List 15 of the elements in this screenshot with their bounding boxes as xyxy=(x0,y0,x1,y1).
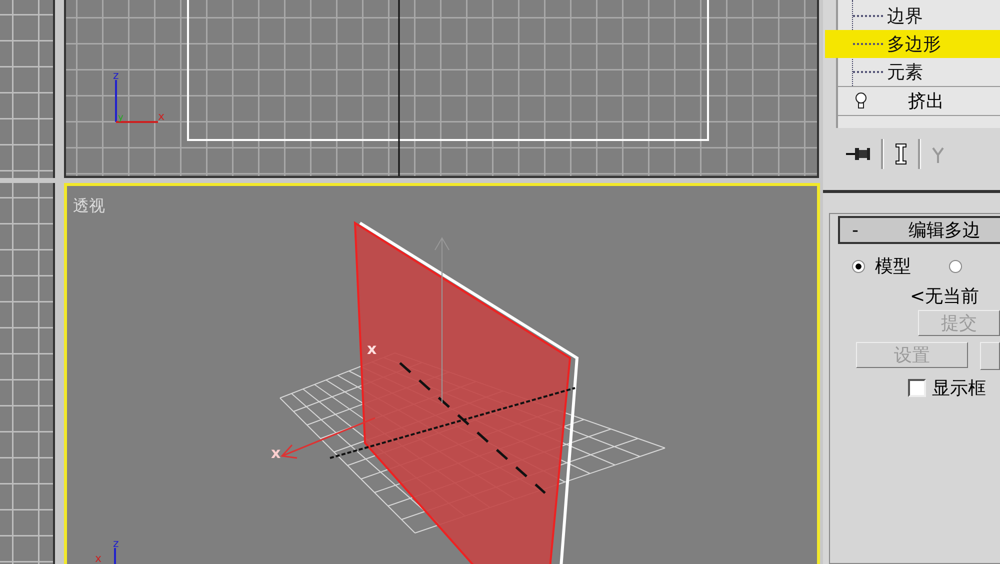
sub-object-item[interactable]: 边界 xyxy=(825,2,1000,30)
status-text: <无当前 xyxy=(910,285,980,308)
button[interactable] xyxy=(980,342,1000,370)
rollout-header[interactable]: - 编辑多边 xyxy=(838,216,1000,244)
collapse-sign[interactable]: - xyxy=(852,220,858,240)
radio-button[interactable]: 模型 xyxy=(852,254,911,278)
checkbox[interactable]: 显示框 xyxy=(908,376,1000,400)
rollout-title: 编辑多边 xyxy=(908,219,980,242)
perspective-viewport[interactable]: 透视 x x z x xyxy=(64,183,820,564)
pin-icon[interactable] xyxy=(845,145,871,163)
pipe-icon[interactable] xyxy=(894,142,908,166)
modifier-item[interactable]: 挤出 xyxy=(908,89,944,113)
sub-object-item[interactable]: 元素 xyxy=(825,58,1000,86)
lightbulb-icon[interactable] xyxy=(854,92,868,110)
sub-object-item[interactable]: 多边形 xyxy=(825,30,1000,58)
